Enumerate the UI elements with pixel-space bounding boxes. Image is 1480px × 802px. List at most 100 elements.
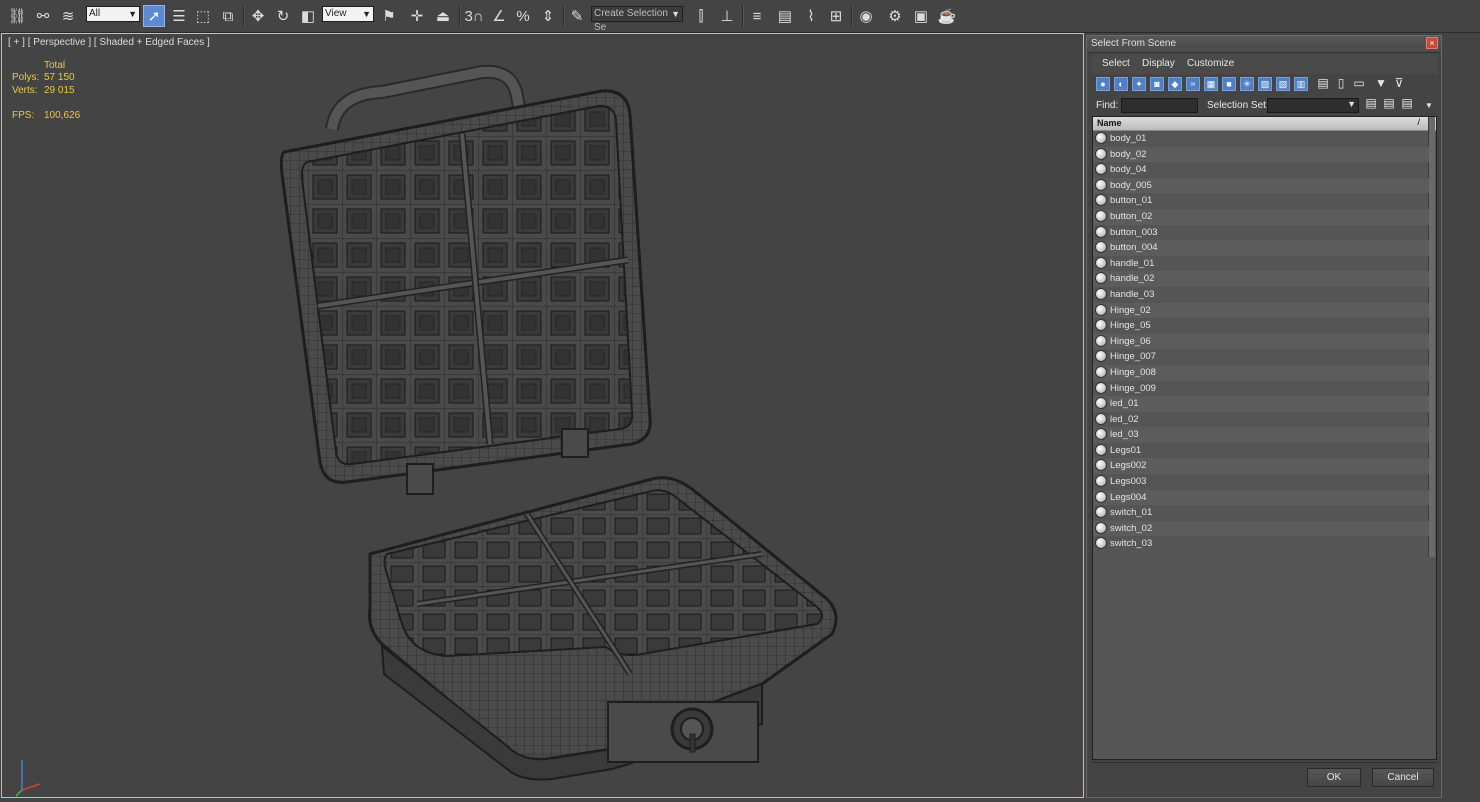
list-item[interactable]: Hinge_02	[1093, 302, 1429, 319]
rotate-icon[interactable]: ↻	[272, 5, 294, 27]
move-icon[interactable]: ✥	[247, 5, 269, 27]
align-icon[interactable]: ⊥	[716, 5, 738, 27]
render-setup-icon[interactable]: ⚙	[884, 5, 906, 27]
unlink-icon[interactable]: ⚯	[32, 5, 54, 27]
display-frozen-icon[interactable]: ▧	[1276, 77, 1290, 91]
list-item[interactable]: Hinge_009	[1093, 381, 1429, 397]
close-icon[interactable]: ×	[1426, 37, 1438, 49]
list-item[interactable]: button_003	[1093, 225, 1429, 241]
list-item[interactable]: body_02	[1093, 146, 1429, 163]
list-item[interactable]: Hinge_05	[1093, 318, 1429, 334]
snaps-icon[interactable]: 3 ∩	[463, 5, 485, 27]
named-selection-dropdown[interactable]: Create Selection Se ▼	[591, 6, 683, 33]
ok-button[interactable]: OK	[1307, 768, 1361, 787]
display-spacewarps-icon[interactable]: ≈	[1186, 77, 1200, 91]
list-header-name[interactable]: Name /	[1093, 117, 1436, 131]
menu-select[interactable]: Select	[1102, 58, 1130, 69]
select-object-icon[interactable]: ➚	[143, 5, 165, 27]
cancel-button[interactable]: Cancel	[1372, 768, 1434, 787]
link-icon[interactable]: ⛓	[6, 5, 28, 27]
percent-snap-icon[interactable]: %	[512, 5, 534, 27]
list-item[interactable]: button_004	[1093, 240, 1429, 256]
list-item[interactable]: Hinge_06	[1093, 333, 1429, 350]
display-containers-icon[interactable]: ▨	[1258, 77, 1272, 91]
schematic-view-icon[interactable]: ⊞	[825, 5, 847, 27]
list-item[interactable]: Legs01	[1093, 443, 1429, 459]
list-item[interactable]: handle_01	[1093, 256, 1429, 272]
display-xrefs-icon[interactable]: ■	[1222, 77, 1236, 91]
select-none-icon[interactable]: ▭	[1352, 77, 1366, 91]
list-item[interactable]: Hinge_008	[1093, 364, 1429, 381]
list-item[interactable]: Legs002	[1093, 458, 1429, 475]
rect-region-icon[interactable]: ⬚	[192, 5, 214, 27]
ribbon-icon[interactable]: ▤	[774, 5, 796, 27]
list-scrollbar[interactable]	[1428, 117, 1435, 557]
edit-named-sets-icon[interactable]: ✎	[566, 5, 588, 27]
reference-coord-dropdown[interactable]: View ▼	[322, 6, 374, 22]
keyboard-shortcut-icon[interactable]: ⏏	[432, 5, 454, 27]
geometry-object-icon	[1095, 443, 1107, 456]
list-item[interactable]: Legs004	[1093, 489, 1429, 506]
list-item[interactable]: led_02	[1093, 412, 1429, 428]
spinner-snap-icon[interactable]: ⇕	[537, 5, 559, 27]
list-item[interactable]: body_005	[1093, 177, 1429, 194]
waffle-maker-wireframe-model[interactable]	[2, 34, 1083, 797]
rendered-frame-icon[interactable]: ▣	[910, 5, 932, 27]
display-geometry-icon[interactable]: ●	[1096, 77, 1110, 91]
pivot-icon[interactable]: ⚑	[378, 5, 400, 27]
display-groups-icon[interactable]: ▦	[1204, 77, 1218, 91]
geometry-object-icon	[1095, 350, 1107, 363]
render-icon[interactable]: ☕	[936, 5, 958, 27]
curve-editor-icon[interactable]: ⌇	[800, 5, 822, 27]
list-item[interactable]: switch_01	[1093, 505, 1429, 521]
layer-manager-icon[interactable]: ≡	[746, 5, 768, 27]
geometry-object-icon	[1095, 256, 1107, 269]
list-item[interactable]: button_01	[1093, 193, 1429, 209]
list-item[interactable]: led_03	[1093, 427, 1429, 443]
select-all-icon[interactable]: ▯	[1334, 77, 1348, 91]
menu-display[interactable]: Display	[1142, 58, 1175, 69]
window-crossing-icon[interactable]: ⧉	[217, 5, 239, 27]
list-item[interactable]: led_01	[1093, 396, 1429, 412]
display-helpers-icon[interactable]: ◆	[1168, 77, 1182, 91]
mirror-icon[interactable]: ⫿	[690, 5, 712, 27]
list-item[interactable]: button_02	[1093, 208, 1429, 225]
list-item[interactable]: Hinge_007	[1093, 349, 1429, 365]
display-cameras-icon[interactable]: ◙	[1150, 77, 1164, 91]
expand-icon[interactable]: ▼	[1422, 100, 1436, 114]
dialog-title-bar[interactable]: Select From Scene ×	[1087, 36, 1441, 53]
angle-snap-icon[interactable]: ∠	[488, 5, 510, 27]
material-editor-icon[interactable]: ◉	[855, 5, 877, 27]
geometry-object-icon	[1095, 506, 1107, 519]
geometry-object-icon	[1095, 178, 1107, 191]
remove-from-set-icon[interactable]: ▤	[1400, 97, 1414, 111]
filter-options-icon[interactable]: ⊽	[1392, 77, 1406, 91]
list-item[interactable]: handle_03	[1093, 287, 1429, 303]
dialog-menu-bar: Select Display Customize	[1092, 54, 1438, 74]
object-name: button_003	[1110, 226, 1158, 238]
list-item[interactable]: Legs003	[1093, 474, 1429, 490]
display-lights-icon[interactable]: ✦	[1132, 77, 1146, 91]
scale-icon[interactable]: ◧	[297, 5, 319, 27]
list-view-icon[interactable]: ▤	[1316, 77, 1330, 91]
perspective-viewport[interactable]: [ + ] [ Perspective ] [ Shaded + Edged F…	[1, 33, 1084, 798]
display-bones-icon[interactable]: ✳	[1240, 77, 1254, 91]
manipulate-icon[interactable]: ✛	[406, 5, 428, 27]
create-set-icon[interactable]: ▤	[1364, 97, 1378, 111]
list-item[interactable]: body_01	[1093, 131, 1429, 147]
display-shapes-icon[interactable]: ◐	[1114, 77, 1128, 91]
bind-spacewarp-icon[interactable]: ≋	[57, 5, 79, 27]
list-item[interactable]: switch_02	[1093, 520, 1429, 537]
object-list[interactable]: Name / body_01 body_02 body_04 body_005 butt…	[1092, 116, 1437, 760]
display-hidden-icon[interactable]: ▥	[1294, 77, 1308, 91]
menu-customize[interactable]: Customize	[1187, 58, 1234, 69]
list-item[interactable]: switch_03	[1093, 536, 1429, 552]
filter-icon[interactable]: ▼	[1374, 77, 1388, 91]
add-to-set-icon[interactable]: ▤	[1382, 97, 1396, 111]
list-item[interactable]: handle_02	[1093, 271, 1429, 287]
list-item[interactable]: body_04	[1093, 162, 1429, 178]
selection-set-dropdown[interactable]: ▼	[1267, 98, 1359, 113]
selection-filter-dropdown[interactable]: All ▼	[86, 6, 140, 22]
select-by-name-icon[interactable]: ☰	[168, 5, 190, 27]
find-input[interactable]	[1121, 98, 1198, 113]
